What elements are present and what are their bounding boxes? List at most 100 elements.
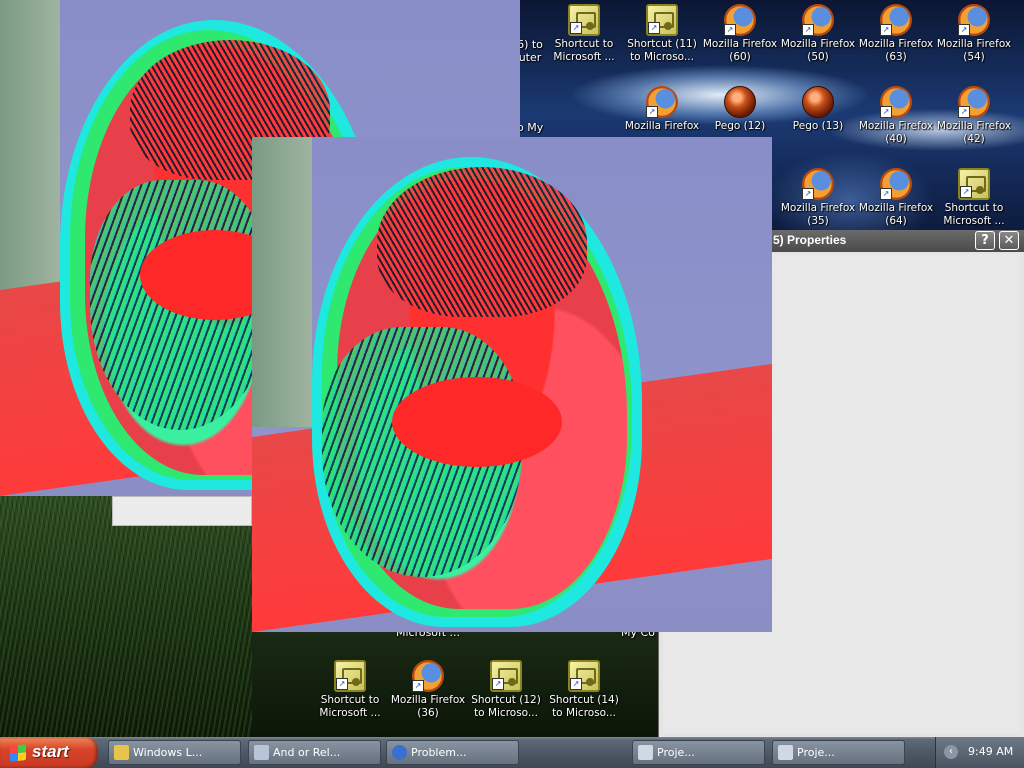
shortcut-arrow-icon: ↗ <box>570 22 582 34</box>
window-icon <box>778 745 793 760</box>
desktop-icon-label: Shortcut to Microsoft ... <box>943 202 1005 227</box>
desktop-icon[interactable]: ↗ Mozilla Firefox (42) <box>936 86 1012 146</box>
desktop-icon[interactable]: ↗ Shortcut to Microsoft ... <box>936 168 1012 228</box>
system-tray: ‹ 9:49 AM <box>935 737 1024 768</box>
taskbar-button[interactable]: Windows L... <box>108 740 241 765</box>
clock[interactable]: 9:49 AM <box>968 745 1013 758</box>
taskbar-button[interactable]: Proje... <box>632 740 765 765</box>
window-icon <box>254 745 269 760</box>
firefox-icon: ↗ <box>880 86 912 118</box>
shortcut-arrow-icon: ↗ <box>648 22 660 34</box>
taskbar-button-label: Problem... <box>411 746 467 759</box>
desktop-icon-label: Mozilla Firefox (64) <box>858 202 934 227</box>
image-window-back-edge <box>112 496 252 526</box>
shortcut-arrow-icon: ↗ <box>960 186 972 198</box>
shortcut-arrow-icon: ↗ <box>802 24 814 36</box>
globe-icon <box>392 745 407 760</box>
pego-icon <box>724 86 756 118</box>
firefox-icon: ↗ <box>646 86 678 118</box>
shortcut-arrow-icon: ↗ <box>646 106 658 118</box>
desktop-icon-label: Mozilla Firefox (54) <box>936 38 1012 63</box>
image-wall-left <box>0 0 60 300</box>
firefox-icon: ↗ <box>412 660 444 692</box>
shortcut-arrow-icon: ↗ <box>412 680 424 692</box>
taskbar-button-label: Windows L... <box>133 746 203 759</box>
desktop-icon[interactable]: ↗ Mozilla Firefox (40) <box>858 86 934 146</box>
image-figure-cheek <box>392 377 562 467</box>
desktop-icon-label: Mozilla Firefox (60) <box>702 38 778 63</box>
taskbar-button[interactable]: Problem... <box>386 740 519 765</box>
desktop-icon-label: Shortcut to Microsoft ... <box>319 694 381 719</box>
desktop-icon-label: Mozilla Firefox (35) <box>780 202 856 227</box>
firefox-icon: ↗ <box>958 86 990 118</box>
desktop-icon[interactable]: ↗ Mozilla Firefox <box>624 86 700 133</box>
shortcut-icon: ↗ <box>490 660 522 692</box>
firefox-icon: ↗ <box>724 4 756 36</box>
desktop-icon[interactable]: Pego (12) <box>702 86 778 133</box>
shortcut-arrow-icon: ↗ <box>724 24 736 36</box>
windows-logo-icon <box>10 744 26 762</box>
firefox-icon: ↗ <box>880 4 912 36</box>
shortcut-icon: ↗ <box>568 660 600 692</box>
shortcut-arrow-icon: ↗ <box>336 678 348 690</box>
taskbar-button[interactable]: And or Rel... <box>248 740 381 765</box>
desktop-icon-label: Mozilla Firefox <box>624 120 700 132</box>
desktop-icon-label: Mozilla Firefox (42) <box>936 120 1012 145</box>
desktop-icon-label: Mozilla Firefox (40) <box>858 120 934 145</box>
desktop-icon-label: Mozilla Firefox (36) <box>390 694 466 719</box>
desktop-icon-label: Mozilla Firefox (63) <box>858 38 934 63</box>
folder-icon <box>114 745 129 760</box>
desktop-icon[interactable]: ↗ Mozilla Firefox (64) <box>858 168 934 228</box>
desktop-icon[interactable]: ↗ Shortcut (11) to Microso... <box>624 4 700 64</box>
shortcut-arrow-icon: ↗ <box>958 24 970 36</box>
shortcut-icon: ↗ <box>646 4 678 36</box>
shortcut-arrow-icon: ↗ <box>570 678 582 690</box>
desktop-icon-label: Pego (13) <box>792 120 844 132</box>
desktop-icon[interactable]: ↗ Mozilla Firefox (35) <box>780 168 856 228</box>
close-button[interactable]: ✕ <box>999 231 1019 250</box>
firefox-icon: ↗ <box>802 4 834 36</box>
desktop-icon[interactable]: ↗ Mozilla Firefox (36) <box>390 660 466 720</box>
shortcut-arrow-icon: ↗ <box>880 24 892 36</box>
properties-title: 5) Properties <box>773 233 847 247</box>
image-window-front[interactable] <box>252 137 772 632</box>
firefox-icon: ↗ <box>880 168 912 200</box>
start-button[interactable]: start <box>0 737 98 768</box>
desktop-icon[interactable]: ↗ Shortcut to Microsoft ... <box>312 660 388 720</box>
shortcut-arrow-icon: ↗ <box>492 678 504 690</box>
desktop-icon[interactable]: Pego (13) <box>780 86 856 133</box>
pego-icon <box>802 86 834 118</box>
help-button[interactable]: ? <box>975 231 995 250</box>
image-figure-hair <box>377 167 587 317</box>
desktop-icon-label: Mozilla Firefox (50) <box>780 38 856 63</box>
desktop-icon[interactable]: ↗ Mozilla Firefox (60) <box>702 4 778 64</box>
desktop-icon-label: Shortcut (11) to Microso... <box>627 38 697 63</box>
shortcut-icon: ↗ <box>568 4 600 36</box>
shortcut-icon: ↗ <box>958 168 990 200</box>
image-wall-left <box>252 137 312 427</box>
desktop-icon[interactable]: ↗ Mozilla Firefox (54) <box>936 4 1012 64</box>
shortcut-arrow-icon: ↗ <box>958 106 970 118</box>
taskbar: start Windows L... And or Rel... Problem… <box>0 737 1024 768</box>
tray-expand-chevron-icon[interactable]: ‹ <box>944 745 958 759</box>
window-icon <box>638 745 653 760</box>
taskbar-button-label: Proje... <box>657 746 695 759</box>
desktop-icon-label: Shortcut (14) to Microso... <box>549 694 619 719</box>
desktop-icon-label: Shortcut to Microsoft ... <box>553 38 615 63</box>
firefox-icon: ↗ <box>802 168 834 200</box>
shortcut-arrow-icon: ↗ <box>880 106 892 118</box>
desktop-icon[interactable]: ↗ Shortcut to Microsoft ... <box>546 4 622 64</box>
desktop-icon-label: Pego (12) <box>714 120 766 132</box>
shortcut-arrow-icon: ↗ <box>802 188 814 200</box>
taskbar-button-label: Proje... <box>797 746 835 759</box>
shortcut-icon: ↗ <box>334 660 366 692</box>
taskbar-button-label: And or Rel... <box>273 746 341 759</box>
desktop-icon[interactable]: ↗ Mozilla Firefox (50) <box>780 4 856 64</box>
desktop-icon[interactable]: ↗ Shortcut (12) to Microso... <box>468 660 544 720</box>
start-label: start <box>32 742 69 761</box>
desktop-icon-label: Shortcut (12) to Microso... <box>471 694 541 719</box>
desktop-icon[interactable]: ↗ Mozilla Firefox (63) <box>858 4 934 64</box>
desktop-icon[interactable]: ↗ Shortcut (14) to Microso... <box>546 660 622 720</box>
taskbar-button[interactable]: Proje... <box>772 740 905 765</box>
shortcut-arrow-icon: ↗ <box>880 188 892 200</box>
